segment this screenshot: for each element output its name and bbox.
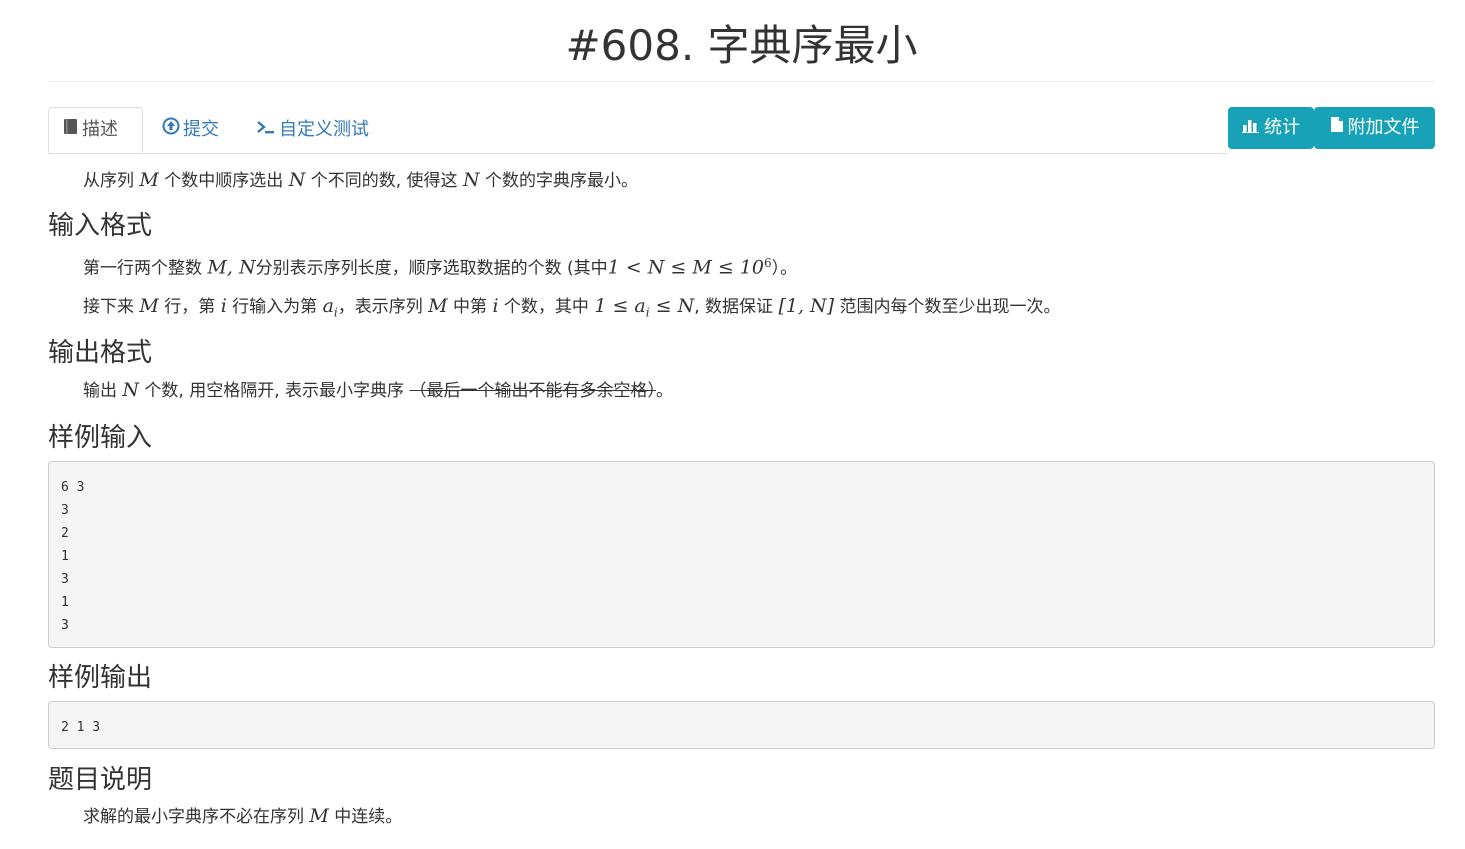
sample-input-block[interactable]: 6 3 3 2 1 3 1 3 bbox=[48, 461, 1435, 648]
input-format-heading: 输入格式 bbox=[48, 211, 153, 241]
upload-circle-icon bbox=[162, 107, 180, 153]
title-divider bbox=[48, 81, 1435, 82]
attachments-button-label: 附加文件 bbox=[1347, 117, 1420, 138]
sample-output-block[interactable]: 2 1 3 bbox=[48, 701, 1435, 749]
tab-description[interactable]: 描述 bbox=[48, 107, 143, 153]
terminal-icon bbox=[256, 107, 276, 153]
sample-input-heading: 样例输入 bbox=[48, 423, 153, 453]
tab-submit-label: 提交 bbox=[183, 119, 219, 140]
notes-text: 求解的最小字典序不必在序列 M 中连续。 bbox=[83, 805, 403, 827]
tab-bar: 描述 提交 自定义测试 bbox=[48, 107, 1228, 154]
input-format-line1: 第一行两个整数 M, N分别表示序列长度，顺序选取数据的个数 (其中1 < N … bbox=[83, 256, 798, 279]
input-format-line2: 接下来 M 行，第 i 行输入为第 ai，表示序列 M 中第 i 个数，其中 1… bbox=[83, 295, 1061, 320]
attachments-button[interactable]: 附加文件 bbox=[1314, 107, 1435, 149]
tab-description-label: 描述 bbox=[82, 119, 118, 140]
book-icon bbox=[63, 108, 79, 152]
tab-submit[interactable]: 提交 bbox=[148, 107, 233, 152]
stats-button[interactable]: 统计 bbox=[1228, 107, 1314, 149]
stats-button-label: 统计 bbox=[1264, 117, 1300, 138]
page-title: #608. 字典序最小 bbox=[565, 21, 918, 70]
tab-custom-test-label: 自定义测试 bbox=[279, 119, 369, 140]
output-format-text: 输出 N 个数, 用空格隔开, 表示最小字典序 （最后一个输出不能有多余空格）。 bbox=[83, 379, 673, 401]
output-format-heading: 输出格式 bbox=[48, 338, 153, 368]
file-icon bbox=[1330, 107, 1344, 149]
tab-custom-test[interactable]: 自定义测试 bbox=[242, 107, 383, 152]
notes-heading: 题目说明 bbox=[48, 765, 153, 795]
sample-output-heading: 样例输出 bbox=[48, 663, 153, 693]
description-text: 从序列 M 个数中顺序选出 N 个不同的数, 使得这 N 个数的字典序最小。 bbox=[83, 169, 638, 191]
bar-chart-icon bbox=[1242, 107, 1260, 149]
